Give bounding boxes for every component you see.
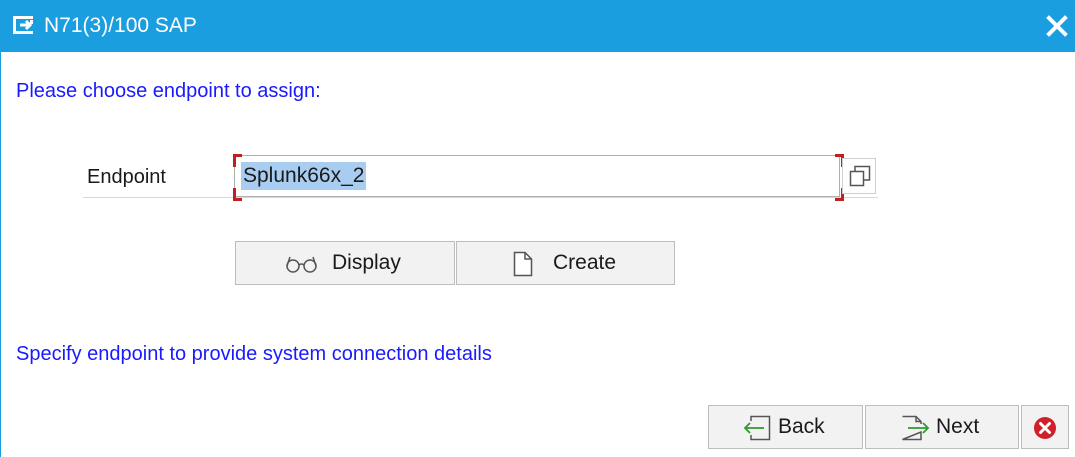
- title-bar: N71(3)/100 SAP: [0, 0, 1075, 52]
- value-help-button[interactable]: [842, 158, 876, 194]
- required-marker: [233, 188, 242, 201]
- next-button-label: Next: [936, 415, 980, 438]
- window-title: N71(3)/100 SAP: [44, 14, 197, 37]
- create-button[interactable]: Create: [456, 241, 675, 285]
- endpoint-dialog: N71(3)/100 SAP Please choose endpoint to…: [0, 0, 1075, 457]
- endpoint-label: Endpoint: [87, 166, 166, 188]
- back-arrow-icon: [743, 415, 771, 441]
- next-button[interactable]: Next: [865, 405, 1019, 449]
- next-arrow-icon: [902, 415, 930, 441]
- instruction-text: Please choose endpoint to assign:: [16, 80, 321, 102]
- hint-text: Specify endpoint to provide system conne…: [16, 343, 492, 365]
- required-marker: [233, 154, 242, 167]
- cancel-icon: [1034, 417, 1056, 439]
- field-row-divider: [83, 197, 878, 198]
- display-button[interactable]: Display: [235, 241, 455, 285]
- create-button-label: Create: [553, 251, 617, 274]
- dialog-left-border: [0, 52, 1, 457]
- dialog-window-icon: [13, 16, 33, 34]
- glasses-icon: [286, 256, 317, 273]
- display-button-label: Display: [332, 251, 401, 274]
- close-icon[interactable]: [1045, 14, 1069, 38]
- endpoint-input-value[interactable]: Splunk66x_2: [241, 162, 367, 190]
- value-help-icon: [849, 165, 871, 187]
- back-button[interactable]: Back: [708, 405, 863, 449]
- back-button-label: Back: [778, 415, 825, 438]
- cancel-button[interactable]: [1021, 405, 1069, 449]
- new-document-icon: [513, 251, 533, 277]
